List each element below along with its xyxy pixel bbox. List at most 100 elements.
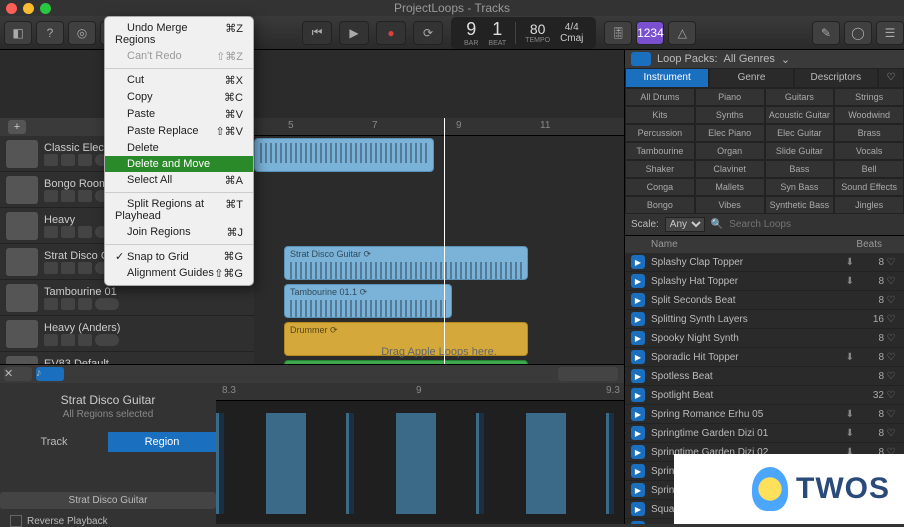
play-icon[interactable]: ▶ bbox=[631, 483, 645, 497]
reverse-checkbox[interactable] bbox=[10, 515, 22, 527]
category-button[interactable]: Bass bbox=[765, 160, 835, 178]
category-button[interactable]: Bongo bbox=[625, 196, 695, 214]
category-button[interactable]: Tambourine bbox=[625, 142, 695, 160]
volume-knob[interactable] bbox=[95, 334, 119, 346]
category-button[interactable]: Acoustic Guitar bbox=[765, 106, 835, 124]
favorite-icon[interactable]: ♡ bbox=[884, 352, 898, 363]
zoom-icon[interactable] bbox=[40, 3, 51, 14]
category-button[interactable]: Vocals bbox=[834, 142, 904, 160]
play-icon[interactable]: ▶ bbox=[631, 502, 645, 516]
region[interactable]: Strat Disco Guitar ⟳ bbox=[284, 246, 528, 280]
mute-button[interactable] bbox=[44, 226, 58, 238]
play-icon[interactable]: ▶ bbox=[631, 312, 645, 326]
editor-region-name[interactable]: Strat Disco Guitar bbox=[0, 492, 216, 509]
context-menu[interactable]: Undo Merge Regions⌘ZCan't Redo⇧⌘ZCut⌘XCo… bbox=[104, 16, 254, 286]
region[interactable] bbox=[254, 138, 434, 172]
solo-button[interactable] bbox=[61, 154, 75, 166]
lcd-display[interactable]: 9bar 1beat 80tempo 4/4Cmaj bbox=[451, 17, 596, 49]
download-icon[interactable]: ⬇ bbox=[846, 409, 854, 420]
menu-item[interactable]: Split Regions at Playhead⌘T bbox=[105, 196, 253, 224]
mute-button[interactable] bbox=[44, 154, 58, 166]
menu-item[interactable]: Paste Replace⇧⌘V bbox=[105, 123, 253, 140]
tab-region[interactable]: Region bbox=[108, 432, 216, 452]
favorite-icon[interactable]: ♡ bbox=[884, 390, 898, 401]
play-icon[interactable]: ▶ bbox=[631, 407, 645, 421]
play-icon[interactable]: ▶ bbox=[631, 331, 645, 345]
loop-packs-value[interactable]: All Genres bbox=[724, 53, 775, 65]
tab-instrument[interactable]: Instrument bbox=[625, 68, 709, 88]
loop-browser-button[interactable]: ◯ bbox=[844, 21, 872, 45]
category-button[interactable]: Guitars bbox=[765, 88, 835, 106]
category-button[interactable]: Elec Piano bbox=[695, 124, 765, 142]
loop-item[interactable]: ▶ Sporadic Hit Topper ⬇ 8 ♡ bbox=[625, 348, 904, 367]
track-row[interactable]: Heavy (Anders) bbox=[0, 316, 254, 352]
zoom-slider[interactable] bbox=[558, 367, 618, 381]
category-button[interactable]: Clavinet bbox=[695, 160, 765, 178]
play-icon[interactable]: ▶ bbox=[631, 445, 645, 459]
minimize-icon[interactable] bbox=[23, 3, 34, 14]
loop-item[interactable]: ▶ Springtime Garden Dizi 01 ⬇ 8 ♡ bbox=[625, 424, 904, 443]
notepad-button[interactable]: ✎ bbox=[812, 21, 840, 45]
favorite-icon[interactable]: ♡ bbox=[884, 371, 898, 382]
solo-button[interactable] bbox=[61, 190, 75, 202]
category-button[interactable]: Shaker bbox=[625, 160, 695, 178]
category-button[interactable]: Woodwind bbox=[834, 106, 904, 124]
menu-item[interactable]: Cut⌘X bbox=[105, 72, 253, 89]
category-button[interactable]: Bell bbox=[834, 160, 904, 178]
play-icon[interactable]: ▶ bbox=[631, 255, 645, 269]
tab-track[interactable]: Track bbox=[0, 432, 108, 452]
favorite-icon[interactable]: ♡ bbox=[884, 276, 898, 287]
download-icon[interactable]: ⬇ bbox=[846, 428, 854, 439]
count-in-button[interactable]: 1234 bbox=[636, 21, 664, 45]
download-icon[interactable]: ⬇ bbox=[846, 257, 854, 268]
solo-button[interactable] bbox=[61, 226, 75, 238]
add-track-button[interactable]: + bbox=[8, 120, 26, 134]
favorite-icon[interactable]: ♡ bbox=[884, 409, 898, 420]
menu-item[interactable]: Delete bbox=[105, 140, 253, 156]
tab-favorites[interactable]: ♡ bbox=[878, 68, 904, 88]
play-icon[interactable]: ▶ bbox=[631, 369, 645, 383]
smart-controls-button[interactable]: ◎ bbox=[68, 21, 96, 45]
editor-audio-tab[interactable]: ♪ bbox=[36, 367, 64, 381]
menu-item[interactable]: Paste⌘V bbox=[105, 106, 253, 123]
solo-button[interactable] bbox=[61, 262, 75, 274]
cycle-button[interactable]: ⟳ bbox=[413, 21, 443, 45]
loop-item[interactable]: ▶ Spotless Beat 8 ♡ bbox=[625, 367, 904, 386]
category-button[interactable]: Percussion bbox=[625, 124, 695, 142]
lock-button[interactable] bbox=[78, 334, 92, 346]
menu-item[interactable]: Delete and Move bbox=[105, 156, 253, 172]
library-button[interactable]: ◧ bbox=[4, 21, 32, 45]
loop-item[interactable]: ▶ Splashy Hat Topper ⬇ 8 ♡ bbox=[625, 272, 904, 291]
playhead[interactable] bbox=[444, 118, 445, 364]
record-button[interactable]: ● bbox=[376, 21, 406, 45]
category-button[interactable]: Kits bbox=[625, 106, 695, 124]
mute-button[interactable] bbox=[44, 190, 58, 202]
menu-item[interactable]: Alignment Guides⇧⌘G bbox=[105, 265, 253, 282]
mute-button[interactable] bbox=[44, 298, 58, 310]
loop-item[interactable]: ▶ Split Seconds Beat 8 ♡ bbox=[625, 291, 904, 310]
region[interactable]: Tambourine 01.1 ⟳ bbox=[284, 284, 452, 318]
menu-item[interactable]: Copy⌘C bbox=[105, 89, 253, 106]
tab-descriptors[interactable]: Descriptors bbox=[794, 68, 878, 88]
editor-close-button[interactable]: ✕ bbox=[4, 367, 32, 381]
category-button[interactable]: Strings bbox=[834, 88, 904, 106]
loop-item[interactable]: ▶ Spring Romance Erhu 05 ⬇ 8 ♡ bbox=[625, 405, 904, 424]
play-icon[interactable]: ▶ bbox=[631, 274, 645, 288]
category-button[interactable]: Synthetic Bass bbox=[765, 196, 835, 214]
play-icon[interactable]: ▶ bbox=[631, 464, 645, 478]
category-button[interactable]: Conga bbox=[625, 178, 695, 196]
favorite-icon[interactable]: ♡ bbox=[884, 428, 898, 439]
tuner-button[interactable]: △ bbox=[668, 21, 696, 45]
menu-item[interactable]: Undo Merge Regions⌘Z bbox=[105, 20, 253, 48]
category-button[interactable]: Synths bbox=[695, 106, 765, 124]
play-icon[interactable]: ▶ bbox=[631, 426, 645, 440]
menu-item[interactable]: ✓Snap to Grid⌘G bbox=[105, 248, 253, 265]
favorite-icon[interactable]: ♡ bbox=[884, 333, 898, 344]
category-button[interactable]: Brass bbox=[834, 124, 904, 142]
arrange-area[interactable]: 5 7 9 11 13 Strat Disco Guitar ⟳ Tambouri… bbox=[254, 118, 624, 364]
search-input[interactable] bbox=[729, 219, 898, 230]
timeline-ruler[interactable]: 5 7 9 11 13 bbox=[254, 118, 624, 136]
category-button[interactable]: Organ bbox=[695, 142, 765, 160]
category-button[interactable]: Vibes bbox=[695, 196, 765, 214]
download-icon[interactable]: ⬇ bbox=[846, 276, 854, 287]
